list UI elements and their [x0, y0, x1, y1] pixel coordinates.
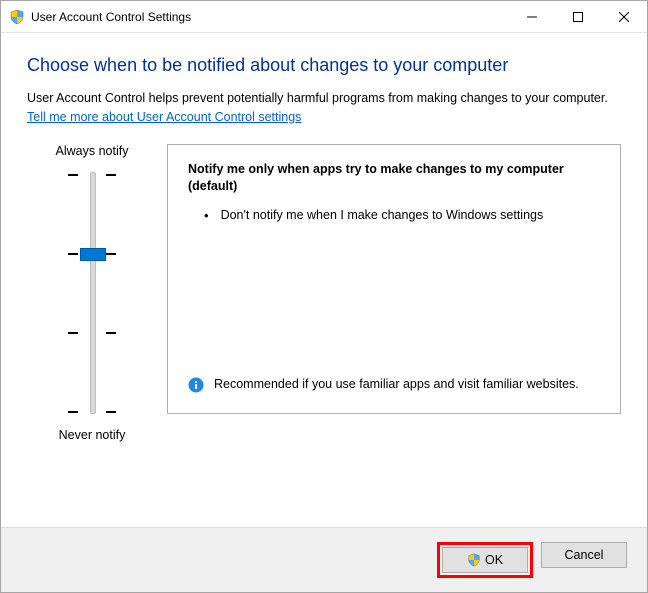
page-heading: Choose when to be notified about changes…: [27, 55, 621, 76]
uac-settings-window: User Account Control Settings Choose whe…: [0, 0, 648, 593]
description-text: User Account Control helps prevent poten…: [27, 91, 608, 105]
detail-bullet-text: Don't notify me when I make changes to W…: [221, 207, 544, 225]
titlebar: User Account Control Settings: [1, 1, 647, 33]
cancel-button-label: Cancel: [565, 548, 604, 562]
slider-tick: [62, 411, 122, 413]
ok-highlight: OK: [437, 542, 533, 578]
slider-column: Always notify Never notify: [27, 144, 157, 517]
slider-thumb[interactable]: [80, 248, 106, 261]
slider-bottom-label: Never notify: [59, 428, 126, 442]
settings-row: Always notify Never notify Notify me onl…: [27, 144, 621, 517]
window-title: User Account Control Settings: [9, 9, 509, 25]
description: User Account Control helps prevent poten…: [27, 90, 621, 126]
shield-icon: [9, 9, 25, 25]
notification-slider[interactable]: [62, 168, 122, 418]
cancel-button[interactable]: Cancel: [541, 542, 627, 568]
ok-button-label: OK: [485, 553, 503, 567]
help-link[interactable]: Tell me more about User Account Control …: [27, 109, 301, 126]
minimize-button[interactable]: [509, 1, 555, 32]
content-area: Choose when to be notified about changes…: [1, 33, 647, 527]
window-controls: [509, 1, 647, 32]
shield-icon: [467, 553, 481, 567]
recommend-text: Recommended if you use familiar apps and…: [214, 376, 579, 394]
slider-track: [90, 172, 96, 414]
maximize-button[interactable]: [555, 1, 601, 32]
detail-panel: Notify me only when apps try to make cha…: [167, 144, 621, 414]
slider-tick: [62, 174, 122, 176]
ok-button[interactable]: OK: [442, 547, 528, 573]
recommend-row: Recommended if you use familiar apps and…: [188, 366, 600, 399]
footer: OK Cancel: [1, 527, 647, 592]
info-icon: [188, 377, 204, 399]
window-title-text: User Account Control Settings: [31, 10, 191, 24]
close-button[interactable]: [601, 1, 647, 32]
detail-title: Notify me only when apps try to make cha…: [188, 161, 600, 195]
slider-top-label: Always notify: [56, 144, 129, 158]
slider-tick: [62, 332, 122, 334]
detail-bullet: Don't notify me when I make changes to W…: [204, 207, 600, 225]
